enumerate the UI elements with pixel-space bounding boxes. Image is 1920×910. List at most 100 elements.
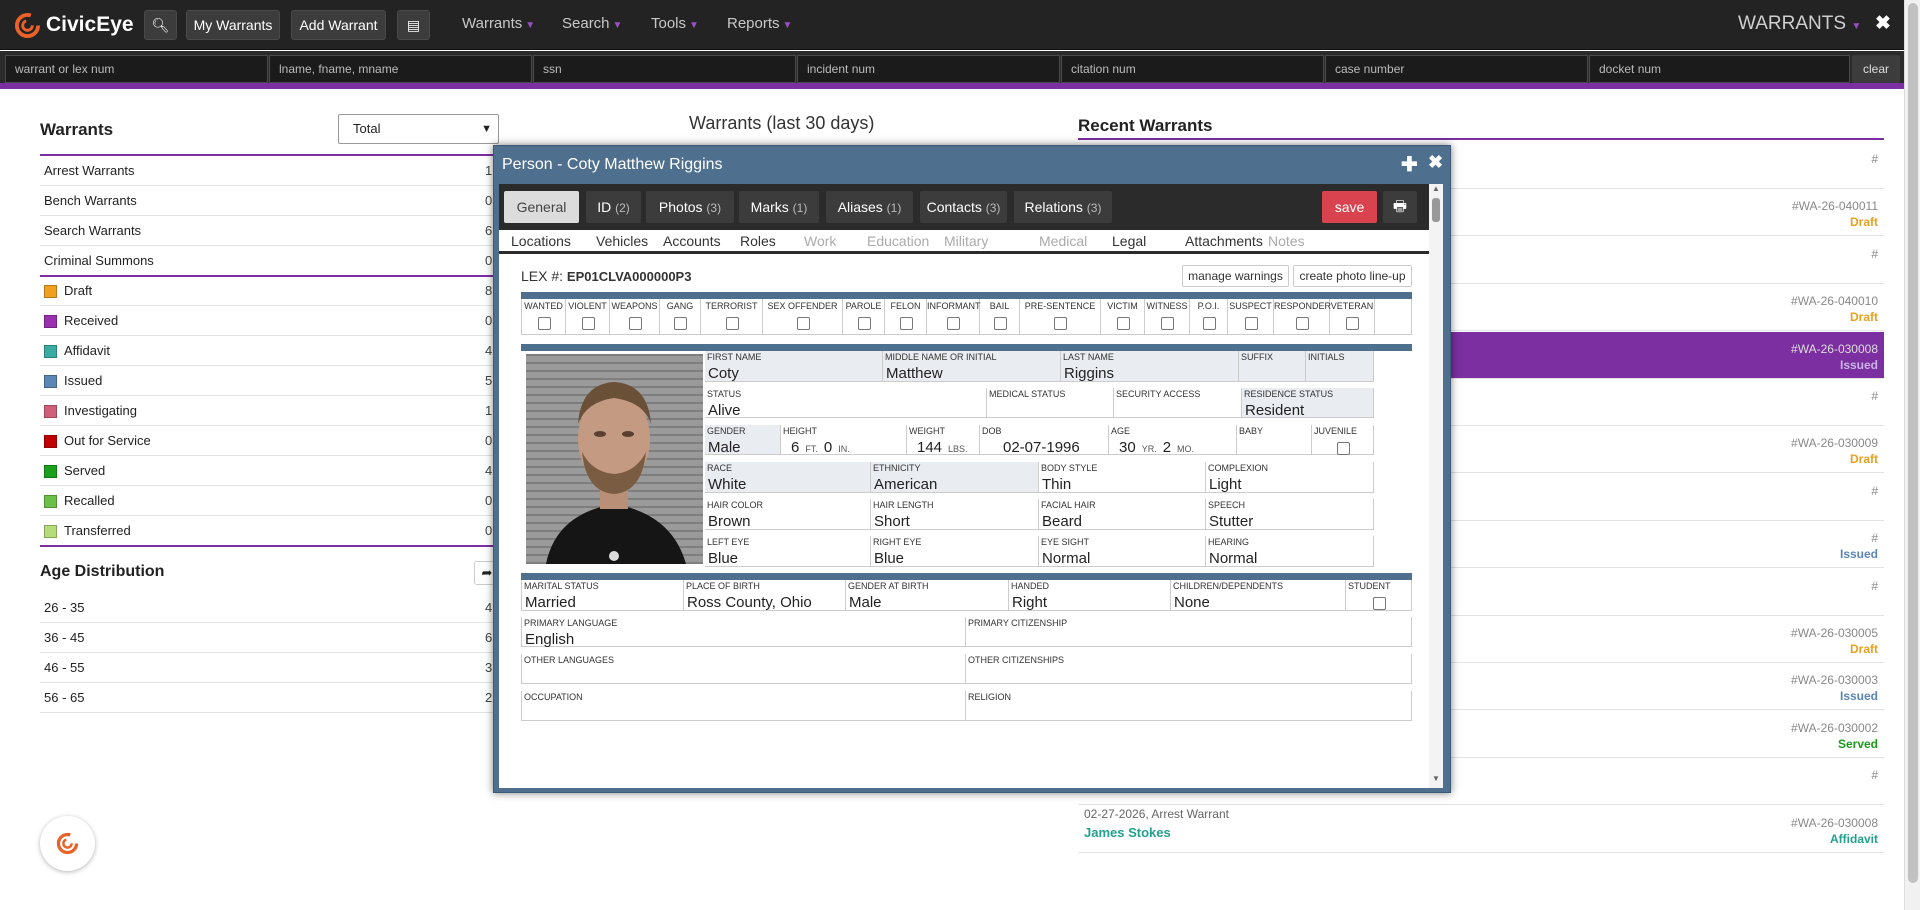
warrant-id[interactable]: # bbox=[1871, 768, 1878, 782]
warrant-type-row[interactable]: Criminal Summons 0 bbox=[40, 246, 500, 276]
ethnicity-field[interactable]: Ethnicity American bbox=[871, 462, 1039, 493]
close-icon[interactable]: ✖ bbox=[1875, 12, 1891, 35]
warrant-id[interactable]: #WA-26-040010 bbox=[1791, 294, 1878, 308]
hearing-field[interactable]: Hearing Normal bbox=[1206, 536, 1374, 567]
subnav-medical[interactable]: Medical bbox=[1039, 233, 1087, 249]
age-range-row[interactable]: 46 - 55 3 bbox=[40, 653, 500, 683]
primary-language-field[interactable]: Primary Language English bbox=[521, 617, 966, 648]
warrant-id[interactable]: #WA-26-030002 bbox=[1791, 721, 1878, 735]
warrant-status-row[interactable]: Recalled 0 bbox=[40, 486, 500, 516]
docket-search-input[interactable]: docket num bbox=[1589, 55, 1850, 83]
medical-status-field[interactable]: Medical Status bbox=[987, 388, 1114, 418]
first-name-field[interactable]: First Name Coty bbox=[705, 351, 883, 382]
initials-field[interactable]: Initials bbox=[1306, 351, 1374, 382]
subnav-locations[interactable]: Locations bbox=[511, 233, 571, 249]
clear-button[interactable]: clear bbox=[1852, 55, 1900, 83]
my-warrants-button[interactable]: My Warrants bbox=[186, 10, 280, 40]
warrant-id[interactable]: # bbox=[1871, 484, 1878, 498]
subnav-education[interactable]: Education bbox=[867, 233, 929, 249]
ssn-search-input[interactable]: ssn bbox=[533, 55, 796, 83]
scroll-down-icon[interactable]: ▼ bbox=[1432, 774, 1440, 783]
name-search-input[interactable]: lname, fname, mname bbox=[269, 55, 532, 83]
scrollbar-thumb[interactable] bbox=[1432, 198, 1440, 222]
warrant-status-row[interactable]: Received 0 bbox=[40, 306, 500, 336]
save-button[interactable]: save bbox=[1322, 191, 1377, 223]
flag-checkbox[interactable] bbox=[725, 317, 739, 330]
page-scrollbar[interactable] bbox=[1904, 0, 1920, 910]
flag-checkbox[interactable] bbox=[1346, 317, 1359, 330]
warrant-status-row[interactable]: Draft 8 bbox=[40, 276, 500, 306]
menu-search[interactable]: Search ▼ bbox=[562, 15, 622, 32]
speech-field[interactable]: Speech Stutter bbox=[1206, 499, 1374, 530]
warrant-status-row[interactable]: Transferred 0 bbox=[40, 516, 500, 546]
mode-selector[interactable]: WARRANTS ▼ bbox=[1738, 13, 1861, 35]
civiceye-logo-icon[interactable] bbox=[14, 12, 41, 39]
middle-name-field[interactable]: Middle Name or Initial Matthew bbox=[883, 351, 1061, 382]
marital-status-field[interactable]: Marital Status Married bbox=[521, 580, 684, 611]
warrant-type-row[interactable]: Bench Warrants 0 bbox=[40, 186, 500, 216]
warrant-id[interactable]: # bbox=[1871, 579, 1878, 593]
search-button[interactable]: 🔍︎ bbox=[144, 10, 177, 40]
subnav-notes[interactable]: Notes bbox=[1268, 233, 1305, 249]
gender-field[interactable]: Gender Male bbox=[705, 425, 781, 456]
flag-checkbox[interactable] bbox=[674, 317, 687, 330]
tab-marks[interactable]: Marks (1) bbox=[739, 191, 819, 223]
eye-sight-field[interactable]: Eye Sight Normal bbox=[1039, 536, 1206, 567]
flag-checkbox[interactable] bbox=[796, 317, 810, 330]
warrant-status-row[interactable]: Affidavit 4 bbox=[40, 336, 500, 366]
manage-warnings-button[interactable]: manage warnings bbox=[1182, 265, 1289, 287]
subnav-roles[interactable]: Roles bbox=[740, 233, 776, 249]
subnav-military[interactable]: Military bbox=[944, 233, 988, 249]
warrant-id[interactable]: #WA-26-030008 bbox=[1791, 816, 1878, 830]
primary-citizenship-field[interactable]: Primary Citizenship bbox=[966, 617, 1412, 647]
age-range-row[interactable]: 36 - 45 6 bbox=[40, 623, 500, 653]
children-field[interactable]: Children/Dependents None bbox=[1171, 580, 1346, 611]
subnav-work[interactable]: Work bbox=[804, 233, 836, 249]
scroll-up-icon[interactable]: ▲ bbox=[1432, 184, 1440, 193]
flag-checkbox[interactable] bbox=[1116, 317, 1130, 330]
field-checkbox[interactable] bbox=[1336, 442, 1350, 455]
student-field[interactable]: Student bbox=[1346, 580, 1412, 611]
age-range-row[interactable]: 26 - 35 4 bbox=[40, 593, 500, 623]
weight-field[interactable]: Weight 144 LBS. bbox=[907, 425, 980, 456]
religion-field[interactable]: Religion bbox=[966, 691, 1412, 721]
status-field[interactable]: Status Alive bbox=[705, 388, 987, 419]
residence-status-field[interactable]: Residence Status Resident bbox=[1242, 388, 1374, 419]
warrant-filter-select[interactable]: Total ▼ bbox=[338, 114, 499, 144]
warrant-id[interactable]: #WA-26-040011 bbox=[1792, 199, 1878, 213]
field-checkbox[interactable] bbox=[1372, 597, 1386, 610]
warrant-id[interactable]: # bbox=[1871, 247, 1878, 261]
flag-checkbox[interactable] bbox=[1295, 317, 1309, 330]
warrant-status-row[interactable]: Out for Service 0 bbox=[40, 426, 500, 456]
security-access-field[interactable]: Security Access bbox=[1114, 388, 1242, 418]
flag-checkbox[interactable] bbox=[857, 317, 871, 330]
close-icon[interactable]: ✖ bbox=[1428, 152, 1443, 173]
warrant-id[interactable]: #WA-26-030009 bbox=[1791, 436, 1878, 450]
menu-reports[interactable]: Reports ▼ bbox=[727, 15, 792, 32]
other-citizenships-field[interactable]: Other Citizenships bbox=[966, 654, 1412, 684]
hair-length-field[interactable]: Hair Length Short bbox=[871, 499, 1039, 530]
create-photo-lineup-button[interactable]: create photo line-up bbox=[1293, 265, 1412, 287]
plus-icon[interactable]: ✚ bbox=[1401, 152, 1418, 177]
juvenile-field[interactable]: Juvenile bbox=[1312, 425, 1374, 455]
warrant-id[interactable]: #WA-26-030003 bbox=[1791, 673, 1878, 687]
subnav-attachments[interactable]: Attachments bbox=[1185, 233, 1263, 249]
tab-general[interactable]: General bbox=[504, 191, 579, 223]
flag-checkbox[interactable] bbox=[1202, 317, 1216, 330]
subnav-legal[interactable]: Legal bbox=[1112, 233, 1146, 249]
left-eye-field[interactable]: Left Eye Blue bbox=[705, 536, 871, 567]
place-of-birth-field[interactable]: Place of Birth Ross County, Ohio bbox=[684, 580, 846, 611]
brand-name[interactable]: CivicEye bbox=[46, 13, 134, 37]
mugshot-photo[interactable] bbox=[526, 354, 703, 564]
recent-warrant-name[interactable]: James Stokes bbox=[1084, 825, 1171, 840]
right-eye-field[interactable]: Right Eye Blue bbox=[871, 536, 1039, 567]
suffix-field[interactable]: Suffix bbox=[1239, 351, 1306, 382]
flag-checkbox[interactable] bbox=[993, 317, 1007, 330]
occupation-field[interactable]: Occupation bbox=[521, 691, 966, 721]
race-field[interactable]: Race White bbox=[705, 462, 871, 493]
add-warrant-button[interactable]: Add Warrant bbox=[291, 10, 386, 40]
flag-checkbox[interactable] bbox=[899, 317, 913, 330]
list-button[interactable]: ▤ bbox=[397, 10, 430, 40]
dialog-scrollbar[interactable]: ▲ ▼ bbox=[1429, 184, 1443, 788]
body-style-field[interactable]: Body Style Thin bbox=[1039, 462, 1206, 493]
